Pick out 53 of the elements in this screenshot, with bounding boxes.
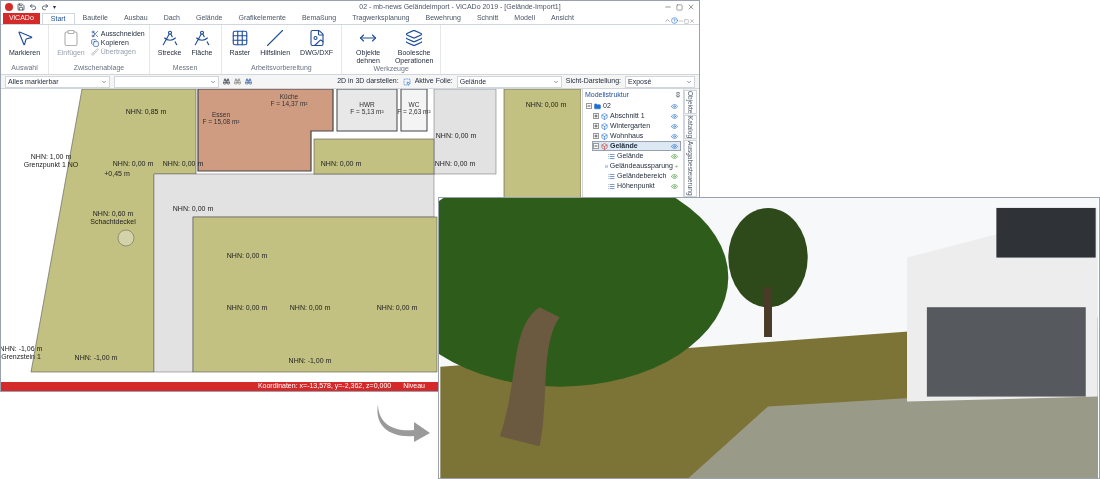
redo-icon[interactable] — [41, 3, 49, 11]
cube-icon — [601, 122, 608, 130]
collapse-icon[interactable] — [664, 17, 671, 24]
eye-icon[interactable] — [671, 152, 678, 160]
eye-icon[interactable] — [671, 182, 678, 190]
list-icon — [604, 162, 608, 170]
restore-icon[interactable] — [684, 19, 689, 24]
eye-icon[interactable] — [671, 102, 678, 110]
caret-icon — [686, 78, 692, 85]
cube-icon — [601, 112, 608, 120]
eye-icon[interactable] — [671, 132, 678, 140]
compass-icon — [160, 29, 179, 47]
eye-icon[interactable] — [674, 162, 678, 170]
cube-icon — [601, 132, 608, 140]
maximize-icon[interactable] — [676, 3, 683, 11]
save-icon[interactable] — [17, 3, 25, 11]
pin-icon[interactable] — [675, 92, 681, 98]
binoculars-icon[interactable] — [234, 78, 241, 85]
close-icon[interactable] — [689, 18, 695, 24]
grid-icon — [230, 29, 249, 47]
expander[interactable] — [593, 113, 599, 119]
caret-icon — [210, 78, 216, 85]
undo-icon[interactable] — [29, 3, 37, 11]
view-3d-icon[interactable] — [402, 77, 411, 86]
layers-icon — [405, 29, 424, 47]
scissors-icon — [90, 29, 99, 38]
expander[interactable] — [593, 123, 599, 129]
list-icon — [608, 152, 615, 160]
caret-icon — [101, 78, 107, 85]
eye-icon[interactable] — [671, 142, 678, 150]
eye-icon[interactable] — [671, 172, 678, 180]
folder-icon — [594, 102, 601, 110]
expander[interactable] — [586, 103, 592, 109]
expander[interactable] — [593, 143, 599, 149]
caret-icon — [552, 78, 559, 85]
list-icon — [608, 182, 615, 190]
file-icon — [307, 29, 326, 47]
line-icon — [266, 29, 285, 47]
binoculars-icon[interactable] — [223, 78, 230, 85]
cube-icon — [601, 142, 608, 150]
clipboard-icon — [61, 29, 80, 47]
compass-icon — [193, 29, 211, 47]
eye-icon[interactable] — [671, 122, 678, 130]
help-icon[interactable] — [671, 17, 678, 24]
eye-icon[interactable] — [671, 112, 678, 120]
brush-icon — [90, 47, 99, 56]
close-icon[interactable] — [687, 3, 695, 11]
copy-icon — [90, 38, 99, 47]
list-icon — [608, 172, 615, 180]
expander[interactable] — [593, 133, 599, 139]
app-logo-icon — [5, 3, 13, 11]
pointer-icon — [15, 29, 34, 47]
binoculars-icon[interactable] — [245, 78, 252, 85]
